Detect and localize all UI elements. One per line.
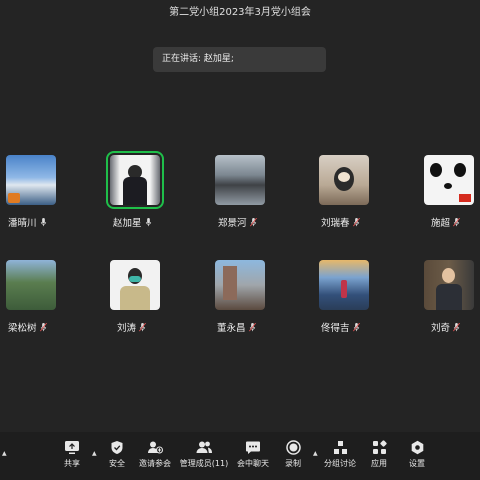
participant-video-person xyxy=(424,260,474,310)
participant-name: 郑景河 xyxy=(218,218,247,229)
person-head-shape xyxy=(442,268,455,283)
manage-members-label: 管理成员(11) xyxy=(179,459,229,468)
participant-video-mountain xyxy=(6,260,56,310)
record-icon xyxy=(285,440,301,455)
apps-label: 应用 xyxy=(371,459,387,468)
building-shape xyxy=(223,266,237,300)
participant-name: 施超 xyxy=(431,218,451,229)
face-mask-shape xyxy=(129,276,141,282)
participant-name: 刘涛 xyxy=(117,323,137,334)
mic-muted-icon xyxy=(248,323,256,332)
participant-video-lake xyxy=(6,155,56,205)
mic-muted-icon xyxy=(352,218,360,227)
invite-label: 邀请参会 xyxy=(139,459,171,468)
breakout-icon xyxy=(333,441,347,454)
host-badge-icon xyxy=(8,193,20,203)
participant-name: 佟得吉 xyxy=(321,323,350,334)
person-figure-shape xyxy=(341,280,347,298)
participant-video-speaker xyxy=(106,151,164,209)
shield-icon xyxy=(111,441,123,454)
share-button[interactable]: 共享 xyxy=(47,440,97,469)
person-body-shape xyxy=(436,284,462,310)
mic-icon xyxy=(145,218,151,227)
participant-name: 梁松树 xyxy=(8,323,37,334)
mic-muted-icon xyxy=(249,218,257,227)
record-label: 录制 xyxy=(285,459,301,468)
panda-eye-left-shape xyxy=(430,163,442,177)
participant-video-cartoon xyxy=(319,155,369,205)
record-button[interactable]: 录制 xyxy=(268,440,318,469)
participant-name: 赵加星 xyxy=(113,218,142,229)
participant-name: 董永昌 xyxy=(217,323,246,334)
settings-label: 设置 xyxy=(409,459,425,468)
participant-video-sunset xyxy=(319,260,369,310)
panda-eye-right-shape xyxy=(454,163,466,177)
security-label: 安全 xyxy=(109,459,125,468)
invite-button[interactable]: 邀请参会 xyxy=(130,440,180,469)
chat-label: 会中聊天 xyxy=(237,459,269,468)
share-label: 共享 xyxy=(64,459,80,468)
participant-video-person-mask xyxy=(110,260,160,310)
window-title: 第二党小组2023年3月党小组会 xyxy=(169,7,311,18)
members-icon xyxy=(196,441,212,453)
mic-muted-icon xyxy=(139,323,147,332)
chat-bubble-icon xyxy=(246,441,260,454)
settings-button[interactable]: 设置 xyxy=(392,440,442,469)
flag-icon xyxy=(459,194,471,202)
person-body-shape xyxy=(120,286,150,310)
speaking-indicator: 正在讲话: 赵加星; xyxy=(153,47,326,72)
add-user-icon xyxy=(148,441,163,454)
meeting-toolbar: ▲ 共享 ▲ 安全 邀请参会 管理成员(11) 会中聊天 录制 ▲ 分组讨论 应… xyxy=(0,432,480,480)
participant-name: 潘晴川 xyxy=(8,218,37,229)
breakout-rooms-label: 分组讨论 xyxy=(324,459,356,468)
manage-members-button[interactable]: 管理成员(11) xyxy=(174,440,234,469)
mic-options-caret-icon[interactable]: ▲ xyxy=(2,450,7,457)
share-screen-icon xyxy=(65,441,79,454)
participant-name: 刘奇 xyxy=(431,323,451,334)
panda-nose-shape xyxy=(444,183,452,189)
mic-muted-icon xyxy=(453,323,461,332)
mic-muted-icon xyxy=(453,218,461,227)
participant-video-building xyxy=(215,260,265,310)
person-body-shape xyxy=(123,177,147,205)
mic-muted-icon xyxy=(39,323,47,332)
mic-muted-icon xyxy=(352,323,360,332)
mic-icon xyxy=(40,218,46,227)
participant-video-road xyxy=(215,155,265,205)
apps-grid-icon xyxy=(372,440,387,454)
participant-video-panda xyxy=(424,155,474,205)
gear-icon xyxy=(411,440,423,455)
cartoon-face-shape xyxy=(338,172,350,182)
participant-name: 刘瑞春 xyxy=(321,218,350,229)
